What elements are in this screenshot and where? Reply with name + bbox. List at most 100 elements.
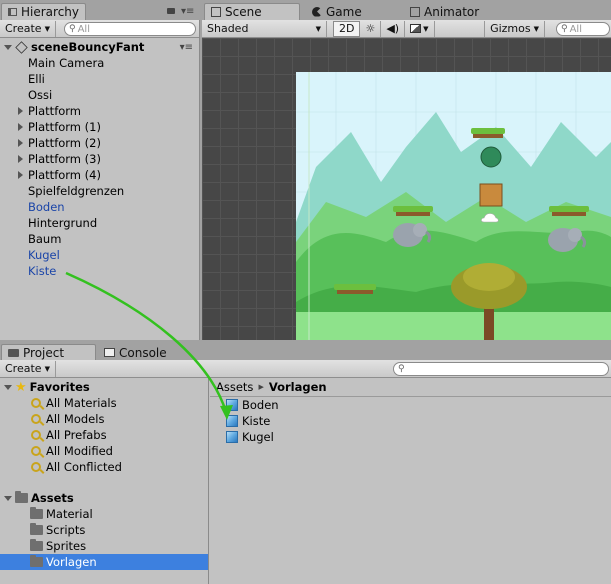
favorite-item[interactable]: All Modified bbox=[0, 443, 208, 459]
expand-arrow-icon[interactable] bbox=[18, 155, 23, 163]
favorite-item[interactable]: All Conflicted bbox=[0, 459, 208, 475]
expand-arrow-icon[interactable] bbox=[18, 139, 23, 147]
asset-item[interactable]: Kugel bbox=[226, 429, 426, 445]
hierarchy-list: Main Camera Elli Ossi Plattform Plattform (1… bbox=[0, 55, 199, 315]
hierarchy-item-label: Plattform (4) bbox=[28, 168, 101, 182]
breadcrumb: Assets ▶ Vorlagen bbox=[216, 380, 327, 394]
folder-icon bbox=[30, 523, 43, 535]
breadcrumb-root[interactable]: Assets bbox=[216, 380, 253, 394]
chevron-down-icon: ▼ bbox=[315, 24, 321, 33]
asset-item[interactable]: Kiste bbox=[226, 413, 426, 429]
search-filter-icon bbox=[31, 446, 41, 456]
pacman-icon bbox=[312, 6, 322, 17]
hierarchy-icon bbox=[8, 8, 17, 16]
folder-label: Material bbox=[46, 507, 93, 521]
scene-name: sceneBouncyFant bbox=[31, 40, 145, 54]
asset-label: Boden bbox=[242, 398, 279, 412]
hierarchy-item-label: Elli bbox=[28, 72, 45, 86]
folder-item[interactable]: Material bbox=[0, 506, 208, 522]
expand-arrow-icon[interactable] bbox=[4, 384, 12, 390]
tab-hierarchy[interactable]: Hierarchy bbox=[1, 3, 87, 20]
sun-icon: ☼ bbox=[365, 22, 376, 35]
chevron-down-icon: ▼ bbox=[533, 24, 539, 33]
hierarchy-item[interactable]: Spielfeldgrenzen bbox=[0, 183, 199, 199]
audio-toggle[interactable]: ◀) bbox=[381, 20, 406, 37]
hierarchy-item[interactable]: Kugel bbox=[0, 247, 199, 263]
favorites-row[interactable]: ★ Favorites bbox=[0, 379, 208, 395]
console-icon bbox=[104, 348, 115, 357]
project-search-input[interactable]: ⚲ bbox=[393, 362, 609, 376]
tab-animator[interactable]: Animator bbox=[404, 3, 485, 20]
expand-arrow-icon[interactable] bbox=[4, 495, 12, 501]
hierarchy-item[interactable]: Hintergrund bbox=[0, 215, 199, 231]
folder-label: Vorlagen bbox=[46, 555, 97, 569]
hierarchy-item-label: Plattform bbox=[28, 104, 82, 118]
hierarchy-item[interactable]: Ossi bbox=[0, 87, 199, 103]
effects-dropdown[interactable]: ▼ bbox=[405, 20, 435, 37]
gizmos-label: Gizmos bbox=[490, 22, 531, 35]
hierarchy-item-label: Boden bbox=[28, 200, 65, 214]
project-create-button[interactable]: Create ▼ bbox=[0, 360, 56, 377]
scene-viewport[interactable] bbox=[202, 38, 611, 340]
favorites-label: Favorites bbox=[29, 380, 90, 394]
hierarchy-item-label: Kugel bbox=[28, 248, 60, 262]
scene-menu-icon[interactable]: ▾≡ bbox=[180, 42, 193, 53]
folder-item[interactable]: Vorlagen bbox=[0, 554, 208, 570]
tab-game[interactable]: Game bbox=[306, 3, 368, 20]
folder-item[interactable]: Sprites bbox=[0, 538, 208, 554]
expand-arrow-icon[interactable] bbox=[4, 44, 12, 50]
gizmos-dropdown[interactable]: Gizmos ▼ bbox=[484, 20, 545, 37]
hierarchy-item-label: Baum bbox=[28, 232, 62, 246]
hierarchy-item[interactable]: Boden bbox=[0, 199, 199, 215]
prefab-cube-icon bbox=[226, 431, 238, 443]
mode-2d-toggle[interactable]: 2D bbox=[333, 20, 361, 37]
hierarchy-create-button[interactable]: Create ▼ bbox=[0, 20, 56, 37]
favorite-label: All Prefabs bbox=[46, 428, 107, 442]
expand-arrow-icon[interactable] bbox=[18, 107, 23, 115]
hierarchy-item[interactable]: Kiste bbox=[0, 263, 199, 279]
favorite-label: All Materials bbox=[46, 396, 117, 410]
favorite-item[interactable]: All Prefabs bbox=[0, 427, 208, 443]
folder-item[interactable]: Scripts bbox=[0, 522, 208, 538]
asset-item[interactable]: Boden bbox=[226, 397, 426, 413]
folder-label: Scripts bbox=[46, 523, 86, 537]
asset-label: Kiste bbox=[242, 414, 271, 428]
hierarchy-item[interactable]: Plattform (4) bbox=[0, 167, 199, 183]
hierarchy-item-label: Plattform (1) bbox=[28, 120, 101, 134]
assets-row[interactable]: Assets bbox=[0, 490, 208, 506]
tab-console[interactable]: Console bbox=[98, 344, 173, 361]
lighting-toggle[interactable]: ☼ bbox=[360, 20, 382, 37]
scene-root-row[interactable]: sceneBouncyFant ▾≡ bbox=[0, 39, 199, 55]
folder-label: Sprites bbox=[46, 539, 87, 553]
tab-label: Animator bbox=[424, 4, 480, 19]
favorite-item[interactable]: All Materials bbox=[0, 395, 208, 411]
shading-mode-dropdown[interactable]: Shaded ▼ bbox=[202, 20, 327, 37]
prefab-cube-icon bbox=[226, 399, 238, 411]
hierarchy-item[interactable]: Plattform bbox=[0, 103, 199, 119]
expand-arrow-icon[interactable] bbox=[18, 123, 23, 131]
hierarchy-item[interactable]: Elli bbox=[0, 71, 199, 87]
hierarchy-item[interactable]: Plattform (1) bbox=[0, 119, 199, 135]
tab-scene[interactable]: Scene bbox=[204, 3, 300, 20]
lock-icon[interactable] bbox=[167, 8, 175, 14]
hierarchy-item[interactable]: Baum bbox=[0, 231, 199, 247]
breadcrumb-current[interactable]: Vorlagen bbox=[269, 380, 327, 394]
shading-mode-value: Shaded bbox=[207, 22, 249, 35]
hierarchy-item[interactable]: Plattform (2) bbox=[0, 135, 199, 151]
scene-search-input[interactable]: ⚲ All bbox=[556, 22, 610, 36]
tab-label: Game bbox=[326, 4, 362, 19]
star-icon: ★ bbox=[15, 379, 27, 395]
hierarchy-search-input[interactable]: ⚲ All bbox=[64, 22, 196, 36]
panel-menu-icon[interactable]: ▾≡ bbox=[181, 6, 194, 17]
project-panel: Create ▼ ⚲ ★ Favorites All Materials All … bbox=[0, 360, 611, 584]
folder-icon bbox=[8, 349, 19, 357]
prefab-cube-icon bbox=[226, 415, 238, 427]
kiste-crate bbox=[479, 183, 503, 207]
expand-arrow-icon[interactable] bbox=[18, 171, 23, 179]
tab-project[interactable]: Project bbox=[1, 344, 96, 361]
unity-scene-icon bbox=[15, 40, 28, 54]
favorite-item[interactable]: All Models bbox=[0, 411, 208, 427]
hierarchy-item-label: Plattform (2) bbox=[28, 136, 101, 150]
hierarchy-item[interactable]: Plattform (3) bbox=[0, 151, 199, 167]
hierarchy-item[interactable]: Main Camera bbox=[0, 55, 199, 71]
